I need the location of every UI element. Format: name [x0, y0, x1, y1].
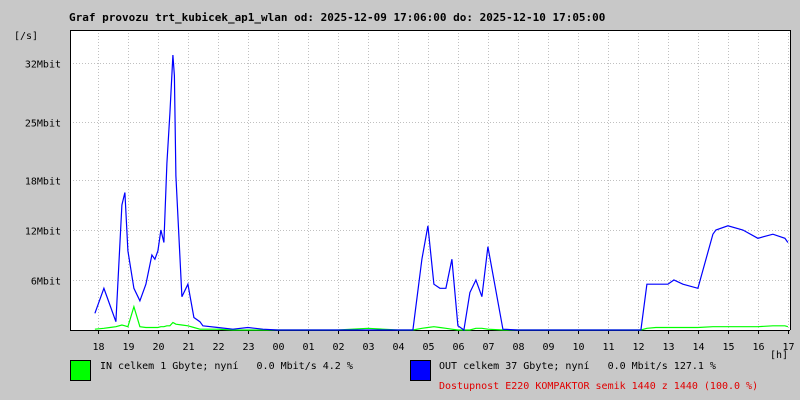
traffic-chart: 6Mbit 12Mbit 18Mbit 25Mbit 32Mbit 18 19 20 21 22 2…: [25, 30, 795, 353]
x-tick-label: 02: [332, 342, 344, 353]
x-tick-label: 10: [572, 342, 584, 353]
y-tick-label: 12Mbit: [25, 227, 61, 238]
in-legend-text: IN celkem 1 Gbyte; nyní 0.0 Mbit/s 4.2 %: [100, 361, 353, 372]
y-tick-label: 32Mbit: [25, 60, 61, 71]
x-tick-label: 05: [422, 342, 434, 353]
x-tick-label: 12: [632, 342, 644, 353]
y-tick-label: 25Mbit: [25, 119, 61, 130]
availability-text: Dostupnost E220 KOMPAKTOR semik 1440 z 1…: [439, 381, 759, 392]
x-tick-label: 08: [512, 342, 524, 353]
x-tick-label: 06: [452, 342, 464, 353]
x-tick-label: 07: [482, 342, 494, 353]
x-tick-label: 16: [752, 342, 764, 353]
x-tick-label: 03: [362, 342, 374, 353]
y-tick-label: 18Mbit: [25, 177, 61, 188]
x-tick-label: 09: [542, 342, 554, 353]
x-tick-label: 21: [182, 342, 194, 353]
x-tick-label: 23: [242, 342, 254, 353]
x-tick-label: 22: [212, 342, 224, 353]
out-legend-text: OUT celkem 37 Gbyte; nyní 0.0 Mbit/s 127…: [439, 361, 716, 372]
x-tick-label: 19: [122, 342, 134, 353]
x-tick-label: 00: [272, 342, 284, 353]
x-tick-label: 17: [782, 342, 794, 353]
x-tick-label: 11: [602, 342, 614, 353]
y-tick-label: 6Mbit: [31, 277, 61, 288]
x-tick-label: 13: [662, 342, 674, 353]
x-tick-label: 14: [692, 342, 704, 353]
x-tick-label: 01: [302, 342, 314, 353]
x-tick-label: 04: [392, 342, 404, 353]
out-legend-swatch: [410, 360, 431, 381]
x-tick-label: 15: [722, 342, 734, 353]
x-tick-label: 18: [92, 342, 104, 353]
x-tick-label: 20: [152, 342, 164, 353]
in-legend-swatch: [70, 360, 91, 381]
